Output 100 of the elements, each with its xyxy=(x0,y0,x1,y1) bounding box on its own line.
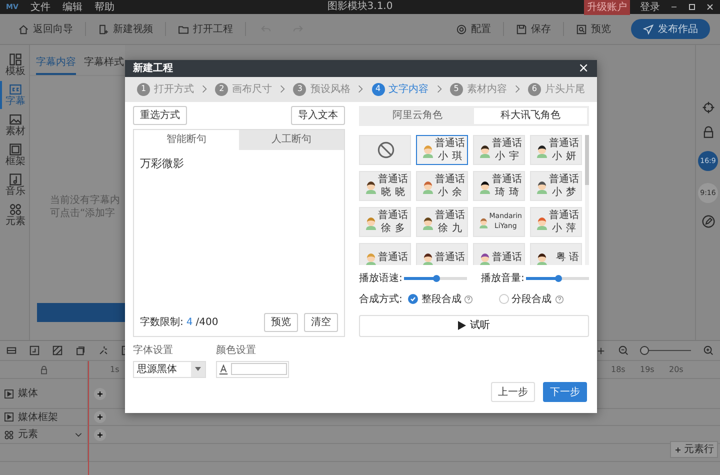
step-number[interactable]: 5 xyxy=(450,82,463,96)
scrollbar[interactable] xyxy=(585,134,589,265)
color-input-field[interactable] xyxy=(231,363,287,376)
slider-track[interactable] xyxy=(526,276,589,280)
timeline-tool-icon[interactable] xyxy=(29,345,40,356)
voice-option[interactable]: 粤 语 xyxy=(530,242,582,265)
close-button[interactable]: × xyxy=(578,62,589,76)
panel-tab[interactable]: 字幕样式 xyxy=(84,55,124,75)
sidebar-item[interactable]: 元素 xyxy=(0,201,29,229)
sidebar-item[interactable]: 音乐 xyxy=(0,171,29,199)
help-icon[interactable] xyxy=(554,294,564,304)
voice-source-tab[interactable]: 科大讯飞角色 xyxy=(474,108,587,124)
save-button[interactable]: 保存 xyxy=(508,19,559,39)
voice-source-tab[interactable]: 阿里云角色 xyxy=(361,108,474,124)
voice-option[interactable] xyxy=(359,134,411,165)
upgrade-link[interactable]: 升级账户 xyxy=(584,0,630,14)
step-number[interactable]: 4 xyxy=(372,82,385,96)
split-mode-tab[interactable]: 人工断句 xyxy=(239,130,344,150)
voice-option[interactable]: 普通话 小宇 xyxy=(473,134,525,165)
font-color-icon[interactable] xyxy=(218,364,229,375)
import-text-button[interactable]: 导入文本 xyxy=(291,106,345,125)
add-track-button[interactable] xyxy=(94,388,106,400)
slider-fill[interactable] xyxy=(526,276,558,280)
close-icon[interactable] xyxy=(706,3,714,11)
voice-option[interactable]: 普通话 小萍 xyxy=(530,206,582,237)
frame-icon xyxy=(9,143,22,156)
voice-language: 普通话 xyxy=(492,172,522,186)
config-button[interactable]: 配置 xyxy=(448,19,499,39)
menu-item[interactable]: 帮助 xyxy=(94,0,114,14)
font-select[interactable]: 思源黑体 xyxy=(133,360,206,378)
menu-item[interactable]: 文件 xyxy=(30,0,50,14)
timeline-tool-icon[interactable] xyxy=(98,345,109,356)
step-label[interactable]: 预设风格 xyxy=(310,82,350,97)
home-icon xyxy=(18,24,29,34)
lock-icon[interactable] xyxy=(38,364,48,374)
voice-option[interactable]: 普通话 琦琦 xyxy=(473,170,525,201)
crosshair-icon[interactable] xyxy=(702,101,714,114)
radio-button[interactable] xyxy=(498,294,509,304)
lock-icon[interactable] xyxy=(702,126,714,139)
zoom-in-icon[interactable] xyxy=(703,345,714,356)
zoom-slider-thumb[interactable] xyxy=(640,346,649,355)
previous-step-button[interactable]: 上一步 xyxy=(491,382,535,402)
clear-button[interactable]: 清空 xyxy=(304,312,338,332)
voice-name: 小梦 xyxy=(552,186,580,199)
step-label[interactable]: 文字内容 xyxy=(388,82,429,97)
timeline-tool-icon[interactable] xyxy=(6,345,17,356)
voice-option[interactable]: 普通话 徐九 xyxy=(416,206,468,237)
voice-option[interactable]: 普通话 小妍 xyxy=(530,134,582,165)
plus-icon[interactable] xyxy=(596,346,606,356)
login-link[interactable]: 登录 xyxy=(640,0,660,14)
empty-hint-text: 可点击“添加字 xyxy=(50,207,116,220)
add-track-button[interactable] xyxy=(94,411,106,423)
slider-track[interactable] xyxy=(404,276,467,280)
publish-button[interactable]: 发布作品 xyxy=(631,19,710,39)
slider-thumb[interactable] xyxy=(554,274,562,282)
zoom-out-icon[interactable] xyxy=(618,345,629,356)
listen-button[interactable]: 试听 xyxy=(359,314,589,337)
next-step-button[interactable]: 下一步 xyxy=(543,382,587,402)
sidebar-item[interactable]: 模板 xyxy=(0,51,29,79)
track-label: 媒体框架 xyxy=(18,410,59,424)
add-element-row-button[interactable]: 元素行 xyxy=(670,441,718,458)
step-number[interactable]: 6 xyxy=(528,82,541,96)
paper-plane-icon xyxy=(643,24,654,34)
voice-option[interactable]: 普通话 xyxy=(359,242,411,265)
chevron-right-icon xyxy=(356,83,366,96)
voice-option[interactable]: 普通话 xyxy=(416,242,468,265)
slider-label: 播放音量: xyxy=(481,272,524,286)
radio-button[interactable] xyxy=(408,294,418,304)
menu-item[interactable]: 编辑 xyxy=(62,0,82,14)
chevron-right-icon xyxy=(434,83,444,96)
voice-option[interactable]: 普通话 小梦 xyxy=(530,170,582,201)
voice-language: 普通话 xyxy=(492,136,522,150)
sidebar-item[interactable]: 素材 xyxy=(0,111,29,139)
help-icon[interactable] xyxy=(464,294,474,304)
add-track-button[interactable] xyxy=(94,428,106,440)
voice-language: 普通话 xyxy=(378,251,408,264)
back-to-guide-button[interactable]: 返回向导 xyxy=(10,19,81,39)
step-number[interactable]: 1 xyxy=(137,82,150,96)
timeline-tool-icon[interactable] xyxy=(52,345,63,356)
preview-button[interactable]: 预览 xyxy=(264,312,298,332)
voice-option[interactable]: 普通话 小余 xyxy=(416,170,468,201)
pencil-icon[interactable] xyxy=(702,215,714,228)
text-editor-field[interactable]: 万彩微影 xyxy=(134,150,344,313)
open-project-button[interactable]: 打开工程 xyxy=(170,19,241,39)
slider-thumb[interactable] xyxy=(432,274,440,282)
step-number[interactable]: 2 xyxy=(215,82,228,96)
preview-button[interactable]: 预览 xyxy=(568,19,619,39)
sidebar-item[interactable]: 框架 xyxy=(0,141,29,169)
ruler-label: 19s xyxy=(640,364,656,376)
voice-option[interactable]: 普通话 徐多 xyxy=(359,206,411,237)
voice-option[interactable]: 普通话 晓晓 xyxy=(359,170,411,201)
timeline-tool-icon[interactable] xyxy=(75,345,86,356)
voice-name: 小宇 xyxy=(495,150,523,163)
maximize-icon[interactable] xyxy=(688,3,696,11)
voice-option[interactable]: 普通话 xyxy=(473,242,525,265)
slider-fill[interactable] xyxy=(404,276,436,280)
new-video-button[interactable]: 新建视频 xyxy=(90,19,161,39)
step-number[interactable]: 3 xyxy=(293,82,306,96)
voice-option[interactable]: 普通话 小琪 xyxy=(416,134,468,165)
reselect-button[interactable]: 重选方式 xyxy=(133,106,187,125)
